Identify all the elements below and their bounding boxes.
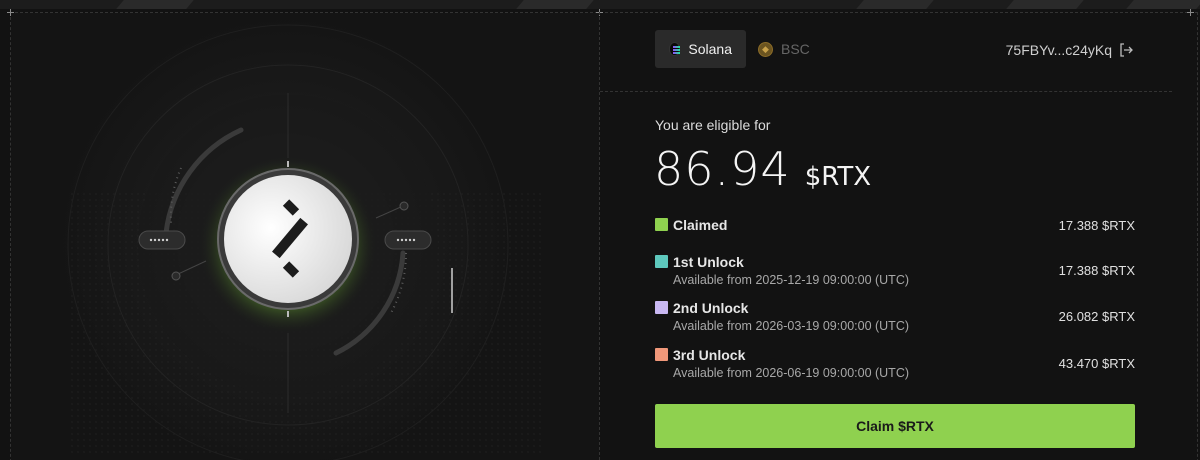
schedule-value: 17.388 $RTX bbox=[1058, 218, 1135, 233]
decor-stripe bbox=[116, 0, 194, 9]
claim-button[interactable]: Claim $RTX bbox=[655, 404, 1135, 448]
top-stripe-bar bbox=[0, 0, 1200, 9]
schedule-value: 17.388 $RTX bbox=[1058, 263, 1135, 278]
network-tab-label: Solana bbox=[688, 41, 732, 57]
schedule-value: 43.470 $RTX bbox=[1058, 356, 1135, 371]
schedule-subtitle: Available from 2026-06-19 09:00:00 (UTC) bbox=[673, 366, 910, 380]
schedule-title: Claimed bbox=[673, 217, 728, 233]
network-tab-solana[interactable]: Solana bbox=[655, 30, 746, 68]
schedule-subtitle: Available from 2026-03-19 09:00:00 (UTC) bbox=[673, 319, 910, 333]
status-swatch bbox=[655, 218, 668, 231]
network-bar: Solana ◆ BSC 75FBYv...c24yKq bbox=[600, 12, 1172, 92]
decor-stripe bbox=[516, 0, 594, 9]
claim-panel: Solana ◆ BSC 75FBYv...c24yKq You are eli… bbox=[600, 12, 1198, 460]
status-swatch bbox=[655, 255, 668, 268]
eligibility-label: You are eligible for bbox=[655, 117, 771, 133]
amount-value: 86.94 bbox=[654, 142, 791, 196]
solana-icon bbox=[669, 42, 681, 56]
wallet-info: 75FBYv...c24yKq bbox=[1006, 42, 1134, 58]
schedule-value: 26.082 $RTX bbox=[1058, 309, 1135, 324]
schedule-title: 2nd Unlock bbox=[673, 300, 749, 316]
schedule-title: 1st Unlock bbox=[673, 254, 744, 270]
decor-stripe bbox=[1126, 0, 1200, 9]
wallet-address: 75FBYv...c24yKq bbox=[1005, 42, 1112, 58]
eligible-amount: 86.94 $RTX bbox=[654, 142, 871, 196]
amount-token: $RTX bbox=[804, 162, 872, 192]
status-swatch bbox=[655, 301, 668, 314]
logout-icon[interactable] bbox=[1118, 42, 1134, 58]
status-swatch bbox=[655, 348, 668, 361]
network-tab-bsc[interactable]: ◆ BSC bbox=[746, 30, 824, 68]
illustration-panel bbox=[11, 13, 599, 460]
schedule-title: 3rd Unlock bbox=[673, 347, 746, 363]
schedule-subtitle: Available from 2025-12-19 09:00:00 (UTC) bbox=[673, 273, 910, 287]
network-tab-label: BSC bbox=[781, 41, 810, 57]
bsc-icon: ◆ bbox=[758, 41, 773, 57]
decor-stripe bbox=[856, 0, 934, 9]
decor-stripe bbox=[1006, 0, 1084, 9]
token-illustration bbox=[11, 13, 599, 460]
